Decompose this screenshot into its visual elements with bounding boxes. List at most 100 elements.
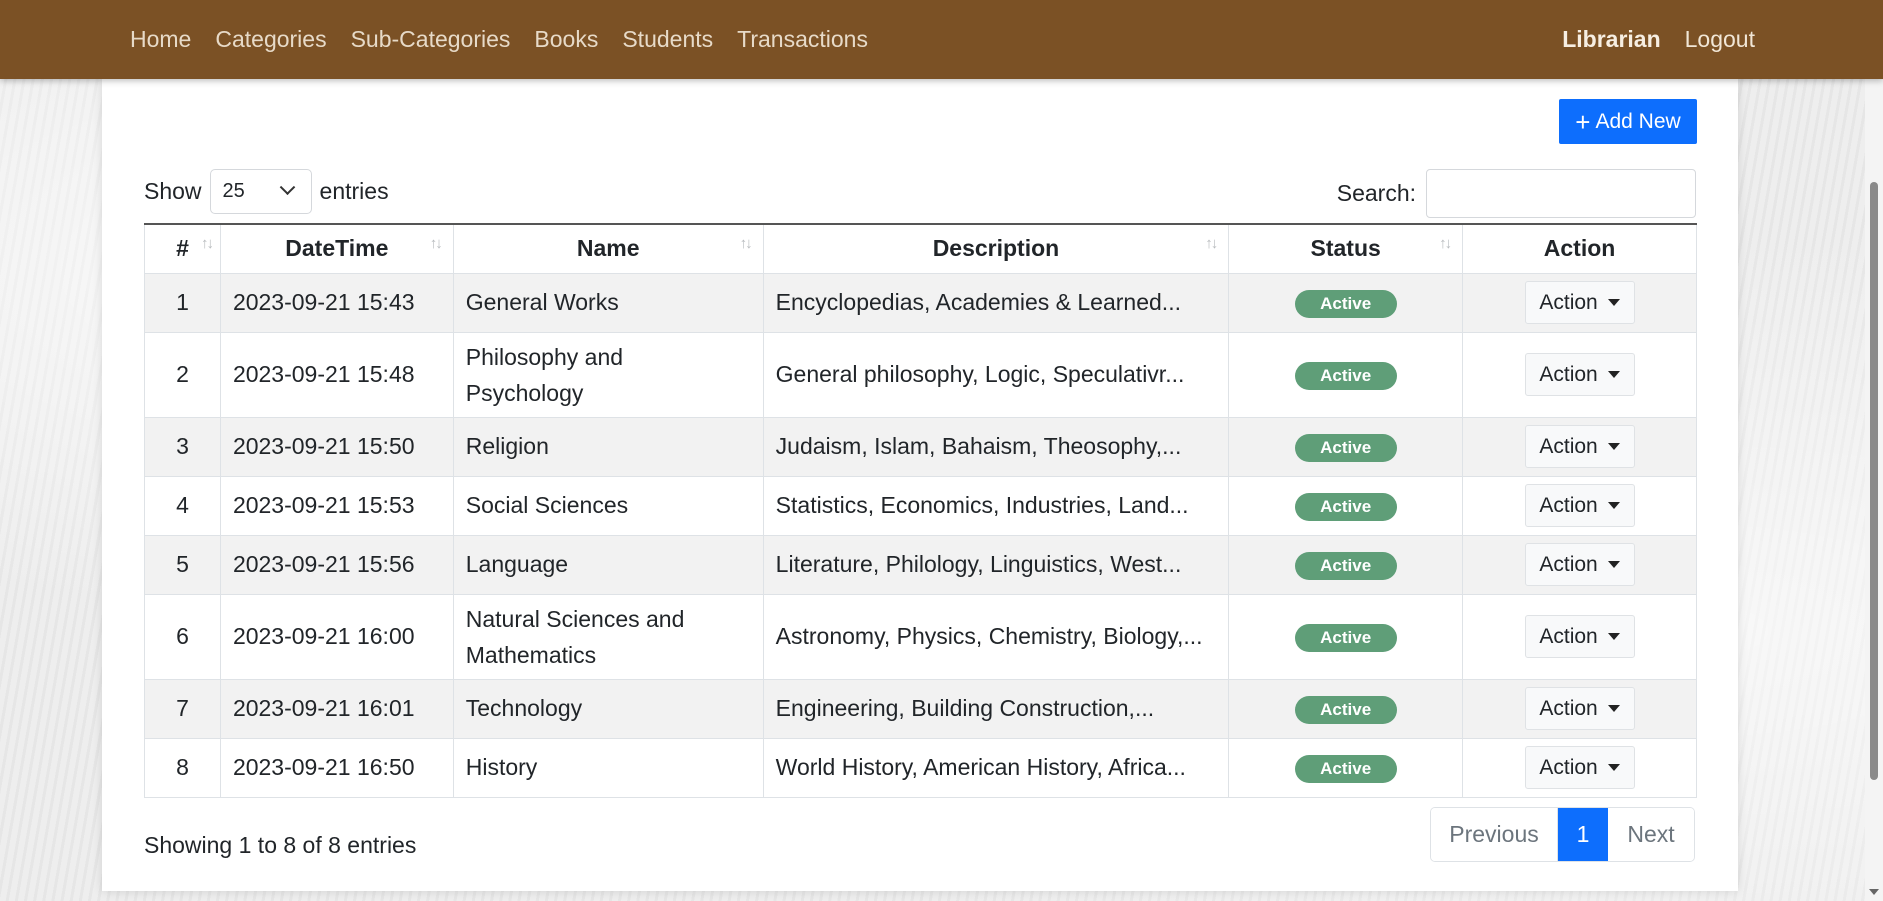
- cell-action: Action: [1462, 331, 1697, 418]
- content-card: + Add New Show 25 entries Search: # ↑↓ Da…: [102, 79, 1738, 891]
- action-dropdown-button[interactable]: Action: [1524, 353, 1635, 396]
- status-badge: Active: [1294, 623, 1397, 652]
- chevron-down-icon: [279, 179, 295, 196]
- cell-description: World History, American History, Africa.…: [762, 737, 1230, 798]
- table-row: 4 2023-09-21 15:53 Social Sciences Stati…: [144, 475, 1697, 536]
- status-badge: Active: [1294, 754, 1397, 783]
- caret-down-icon: [1607, 299, 1620, 306]
- nav-home[interactable]: Home: [130, 26, 191, 53]
- cell-status: Active: [1228, 416, 1464, 477]
- cell-name: Philosophy and Psychology: [452, 331, 764, 418]
- action-dropdown-button[interactable]: Action: [1524, 687, 1635, 730]
- action-dropdown-button[interactable]: Action: [1524, 281, 1635, 324]
- cell-number: 5: [144, 534, 221, 595]
- nav-right: Librarian Logout: [1562, 0, 1755, 79]
- cell-datetime: 2023-09-21 15:43: [219, 272, 454, 333]
- sort-icon: ↑↓: [1439, 235, 1452, 252]
- cell-number: 1: [144, 272, 221, 333]
- pagination-page-1[interactable]: 1: [1558, 808, 1608, 861]
- status-badge: Active: [1294, 361, 1397, 390]
- entries-per-page-value: 25: [222, 180, 245, 202]
- cell-datetime: 2023-09-21 16:50: [219, 737, 454, 798]
- search-input[interactable]: [1426, 169, 1696, 218]
- status-badge: Active: [1294, 492, 1397, 521]
- pagination-previous[interactable]: Previous: [1431, 808, 1558, 861]
- caret-down-icon: [1607, 561, 1620, 568]
- col-header-number[interactable]: # ↑↓: [144, 223, 221, 274]
- sort-icon: ↑↓: [739, 235, 753, 252]
- nav-transactions[interactable]: Transactions: [737, 26, 868, 53]
- cell-action: Action: [1462, 534, 1697, 595]
- cell-name: Natural Sciences and Mathematics: [452, 593, 764, 680]
- cell-description: Encyclopedias, Academies & Learned...: [762, 272, 1230, 333]
- sort-icon: ↑↓: [429, 235, 443, 252]
- entries-per-page-select[interactable]: 25: [209, 169, 312, 214]
- top-navbar: Home Categories Sub-Categories Books Stu…: [0, 0, 1883, 79]
- table-row: 6 2023-09-21 16:00 Natural Sciences and …: [144, 593, 1697, 680]
- cell-description: Literature, Philology, Linguistics, West…: [762, 534, 1230, 595]
- col-header-description[interactable]: Description ↑↓: [762, 223, 1230, 274]
- col-header-name[interactable]: Name ↑↓: [452, 223, 764, 274]
- search-control: Search:: [1337, 169, 1696, 218]
- cell-name: Language: [452, 534, 764, 595]
- nav-students[interactable]: Students: [622, 26, 713, 53]
- table-row: 7 2023-09-21 16:01 Technology Engineerin…: [144, 678, 1697, 739]
- cell-status: Active: [1228, 678, 1464, 739]
- caret-down-icon: [1607, 502, 1620, 509]
- vertical-scrollbar[interactable]: [1865, 79, 1883, 901]
- col-header-datetime[interactable]: DateTime ↑↓: [219, 223, 454, 274]
- plus-icon: +: [1575, 106, 1591, 137]
- search-label: Search:: [1336, 180, 1416, 206]
- cell-number: 7: [144, 678, 221, 739]
- action-dropdown-button[interactable]: Action: [1524, 484, 1635, 527]
- table-info-text: Showing 1 to 8 of 8 entries: [144, 831, 417, 858]
- show-label: Show: [144, 178, 202, 204]
- sort-icon: ↑↓: [1205, 235, 1218, 252]
- col-header-status[interactable]: Status ↑↓: [1228, 223, 1464, 274]
- action-dropdown-button[interactable]: Action: [1524, 615, 1635, 658]
- caret-down-icon: [1607, 705, 1620, 712]
- categories-table: # ↑↓ DateTime ↑↓ Name ↑↓ Description ↑↓ Stat…: [144, 223, 1697, 798]
- nav-sub-categories[interactable]: Sub-Categories: [351, 26, 511, 53]
- cell-description: Statistics, Economics, Industries, Land.…: [762, 475, 1230, 536]
- cell-status: Active: [1228, 331, 1464, 418]
- cell-number: 6: [144, 593, 221, 680]
- scrollbar-thumb[interactable]: [1870, 182, 1878, 780]
- cell-datetime: 2023-09-21 15:50: [219, 416, 454, 477]
- table-row: 1 2023-09-21 15:43 General Works Encyclo…: [144, 272, 1697, 333]
- cell-name: Religion: [452, 416, 764, 477]
- cell-datetime: 2023-09-21 16:00: [219, 593, 454, 680]
- cell-description: General philosophy, Logic, Speculativr..…: [762, 331, 1230, 418]
- cell-name: Social Sciences: [452, 475, 764, 536]
- scroll-down-arrow-icon[interactable]: [1869, 889, 1879, 895]
- nav-categories[interactable]: Categories: [215, 26, 326, 53]
- pagination-next[interactable]: Next: [1608, 808, 1694, 861]
- action-dropdown-button[interactable]: Action: [1524, 746, 1635, 789]
- cell-action: Action: [1462, 737, 1697, 798]
- nav-books[interactable]: Books: [534, 26, 598, 53]
- action-dropdown-button[interactable]: Action: [1524, 425, 1635, 468]
- caret-down-icon: [1607, 764, 1620, 771]
- table-row: 8 2023-09-21 16:50 History World History…: [144, 737, 1697, 798]
- cell-status: Active: [1228, 272, 1464, 333]
- cell-datetime: 2023-09-21 15:56: [219, 534, 454, 595]
- status-badge: Active: [1294, 551, 1397, 580]
- entries-label: entries: [319, 178, 389, 204]
- pagination: Previous 1 Next: [1430, 807, 1695, 862]
- cell-action: Action: [1462, 475, 1697, 536]
- logout-link[interactable]: Logout: [1685, 26, 1755, 53]
- cell-status: Active: [1228, 593, 1464, 680]
- caret-down-icon: [1607, 371, 1620, 378]
- cell-datetime: 2023-09-21 16:01: [219, 678, 454, 739]
- cell-number: 4: [144, 475, 221, 536]
- add-new-button[interactable]: + Add New: [1559, 99, 1697, 144]
- table-row: 5 2023-09-21 15:56 Language Literature, …: [144, 534, 1697, 595]
- action-dropdown-button[interactable]: Action: [1524, 543, 1635, 586]
- cell-description: Judaism, Islam, Bahaism, Theosophy,...: [762, 416, 1230, 477]
- add-new-label: Add New: [1595, 109, 1681, 133]
- cell-name: Technology: [452, 678, 764, 739]
- cell-description: Astronomy, Physics, Chemistry, Biology,.…: [762, 593, 1230, 680]
- cell-datetime: 2023-09-21 15:48: [219, 331, 454, 418]
- user-role-label[interactable]: Librarian: [1562, 26, 1660, 53]
- col-header-action: Action: [1462, 223, 1697, 274]
